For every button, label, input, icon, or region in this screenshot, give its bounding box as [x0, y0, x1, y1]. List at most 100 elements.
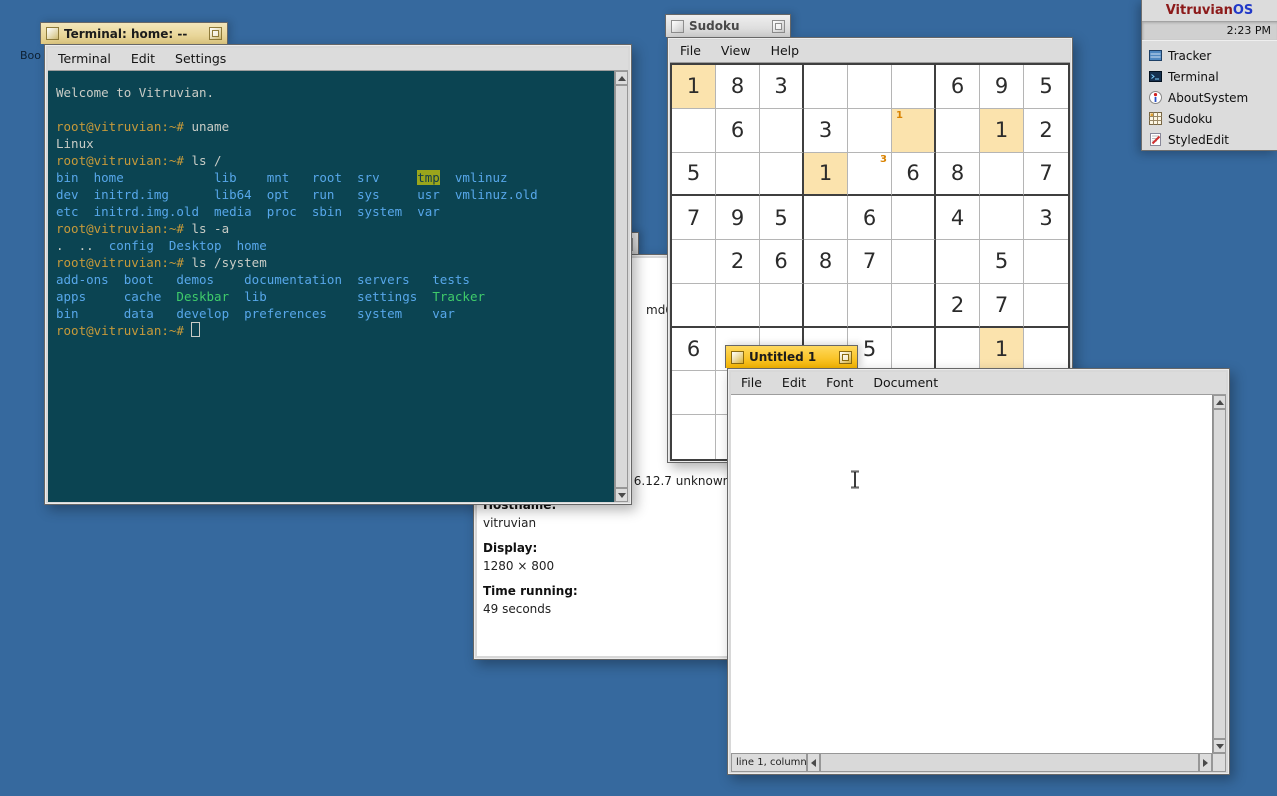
- sudoku-cell[interactable]: [716, 153, 760, 197]
- sudoku-cell[interactable]: 2: [1024, 109, 1068, 153]
- sudoku-cell[interactable]: 6: [760, 240, 804, 284]
- resize-corner[interactable]: [1212, 753, 1226, 772]
- sudoku-cell[interactable]: [848, 65, 892, 109]
- sudoku-cell[interactable]: [804, 65, 848, 109]
- close-button[interactable]: [731, 351, 744, 364]
- scrollbar-thumb[interactable]: [615, 85, 628, 488]
- sudoku-cell[interactable]: 8: [716, 65, 760, 109]
- sudoku-cell[interactable]: [760, 153, 804, 197]
- scrollbar-thumb[interactable]: [1213, 409, 1226, 739]
- sudoku-cell[interactable]: 1: [804, 153, 848, 197]
- desktop-icon-label[interactable]: Boo: [20, 49, 41, 62]
- sudoku-cell[interactable]: [672, 371, 716, 415]
- sudoku-cell[interactable]: [804, 196, 848, 240]
- scroll-up-button[interactable]: [615, 71, 628, 85]
- scroll-right-button[interactable]: [1199, 753, 1212, 772]
- sudoku-cell[interactable]: 7: [672, 196, 716, 240]
- sudoku-cell[interactable]: 8: [936, 153, 980, 197]
- menu-item-document[interactable]: Document: [863, 372, 948, 394]
- zoom-button[interactable]: [772, 20, 785, 33]
- menu-item-terminal[interactable]: Terminal: [48, 48, 121, 70]
- close-button[interactable]: [46, 27, 59, 40]
- terminal-vertical-scrollbar[interactable]: [614, 71, 628, 502]
- sudoku-cell[interactable]: 2: [716, 240, 760, 284]
- sudoku-cell[interactable]: [1024, 328, 1068, 372]
- terminal-title-tab[interactable]: Terminal: home: --: [40, 22, 228, 44]
- zoom-button[interactable]: [209, 27, 222, 40]
- sudoku-cell[interactable]: [760, 284, 804, 328]
- sudoku-cell[interactable]: 6: [848, 196, 892, 240]
- text-editing-area[interactable]: [731, 395, 1212, 753]
- sudoku-cell[interactable]: [848, 109, 892, 153]
- sudoku-cell[interactable]: [760, 109, 804, 153]
- menu-item-view[interactable]: View: [711, 40, 761, 62]
- sudoku-cell[interactable]: 8: [804, 240, 848, 284]
- sudoku-cell[interactable]: [936, 240, 980, 284]
- sudoku-cell[interactable]: 3: [1024, 196, 1068, 240]
- menu-item-file[interactable]: File: [670, 40, 711, 62]
- menu-item-font[interactable]: Font: [816, 372, 863, 394]
- sudoku-cell[interactable]: 1: [892, 109, 936, 153]
- sudoku-cell[interactable]: 4: [936, 196, 980, 240]
- sudoku-cell[interactable]: 3: [760, 65, 804, 109]
- sudoku-cell[interactable]: [672, 240, 716, 284]
- desktop[interactable]: Boo md64 an 6.12.7 unknown Hostname: vit…: [0, 0, 1277, 796]
- sudoku-cell[interactable]: [672, 415, 716, 459]
- scroll-up-button[interactable]: [1213, 395, 1226, 409]
- deskbar-item-tracker[interactable]: Tracker: [1142, 45, 1277, 66]
- menu-item-edit[interactable]: Edit: [121, 48, 165, 70]
- sudoku-cell[interactable]: 1: [980, 328, 1024, 372]
- scroll-down-button[interactable]: [615, 488, 628, 502]
- sudoku-cell[interactable]: 6: [672, 328, 716, 372]
- sudoku-cell[interactable]: [672, 284, 716, 328]
- sudoku-title-tab[interactable]: Sudoku: [665, 14, 791, 37]
- sudoku-cell[interactable]: 5: [1024, 65, 1068, 109]
- deskbar-clock[interactable]: 2:23 PM: [1142, 21, 1277, 41]
- sudoku-cell[interactable]: 7: [848, 240, 892, 284]
- close-button[interactable]: [671, 20, 684, 33]
- sudoku-cell[interactable]: [672, 109, 716, 153]
- zoom-button[interactable]: [839, 351, 852, 364]
- deskbar-item-sudoku[interactable]: Sudoku: [1142, 108, 1277, 129]
- sudoku-cell[interactable]: 9: [716, 196, 760, 240]
- sudoku-cell[interactable]: 3: [804, 109, 848, 153]
- sudoku-cell[interactable]: [1024, 284, 1068, 328]
- sudoku-cell[interactable]: 7: [980, 284, 1024, 328]
- sudoku-cell[interactable]: 1: [980, 109, 1024, 153]
- sudoku-cell[interactable]: [892, 284, 936, 328]
- sudoku-cell[interactable]: 5: [980, 240, 1024, 284]
- sudoku-cell[interactable]: 6: [892, 153, 936, 197]
- menu-item-help[interactable]: Help: [761, 40, 810, 62]
- sudoku-cell[interactable]: 9: [980, 65, 1024, 109]
- sudoku-cell[interactable]: [804, 284, 848, 328]
- horizontal-scrollbar-thumb[interactable]: [820, 753, 1199, 772]
- deskbar-item-stylededit[interactable]: StyledEdit: [1142, 129, 1277, 150]
- deskbar-item-terminal[interactable]: Terminal: [1142, 66, 1277, 87]
- scroll-left-button[interactable]: [807, 753, 820, 772]
- sudoku-cell[interactable]: 2: [936, 284, 980, 328]
- deskbar-item-aboutsystem[interactable]: AboutSystem: [1142, 87, 1277, 108]
- sudoku-cell[interactable]: [936, 328, 980, 372]
- sudoku-cell[interactable]: 5: [672, 153, 716, 197]
- menu-item-edit[interactable]: Edit: [772, 372, 816, 394]
- sudoku-cell[interactable]: 3: [848, 153, 892, 197]
- sudoku-cell[interactable]: [892, 328, 936, 372]
- sudoku-cell[interactable]: 7: [1024, 153, 1068, 197]
- sudoku-cell[interactable]: [848, 284, 892, 328]
- sudoku-cell[interactable]: 6: [716, 109, 760, 153]
- menu-item-file[interactable]: File: [731, 372, 772, 394]
- sudoku-cell[interactable]: 6: [936, 65, 980, 109]
- sudoku-cell[interactable]: [980, 153, 1024, 197]
- sudoku-cell[interactable]: [892, 196, 936, 240]
- stylededit-title-tab[interactable]: Untitled 1: [725, 345, 858, 368]
- menu-item-settings[interactable]: Settings: [165, 48, 236, 70]
- sudoku-cell[interactable]: [892, 240, 936, 284]
- vertical-scrollbar[interactable]: [1212, 395, 1226, 753]
- sudoku-cell[interactable]: 5: [760, 196, 804, 240]
- sudoku-cell[interactable]: 1: [672, 65, 716, 109]
- sudoku-cell[interactable]: [980, 196, 1024, 240]
- deskbar-menu[interactable]: VitruvianOS: [1142, 0, 1277, 21]
- sudoku-cell[interactable]: [716, 284, 760, 328]
- sudoku-cell[interactable]: [936, 109, 980, 153]
- scroll-down-button[interactable]: [1213, 739, 1226, 753]
